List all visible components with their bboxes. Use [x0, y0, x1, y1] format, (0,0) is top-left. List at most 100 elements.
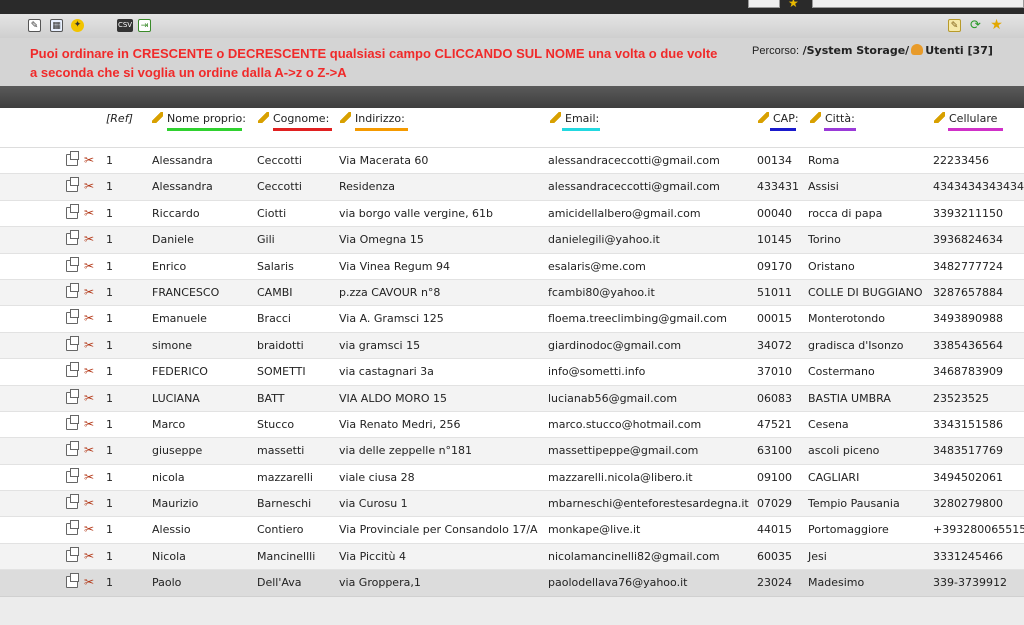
column-cap[interactable]: CAP:	[758, 112, 799, 131]
delete-record-icon[interactable]: ✂	[84, 365, 96, 377]
copy-record-icon[interactable]	[66, 309, 79, 325]
table-row[interactable]: ✂ 1 Emanuele Bracci Via A. Gramsci 125 floema…	[0, 306, 1024, 333]
table-row[interactable]: ✂ 1 Daniele Gili Via Omegna 15 danielegili@ya…	[0, 227, 1024, 254]
delete-record-icon[interactable]: ✂	[84, 180, 96, 192]
cell-cap: 63100	[757, 444, 792, 458]
copy-record-icon[interactable]	[66, 203, 79, 219]
delete-record-icon[interactable]: ✂	[84, 418, 96, 430]
top-bar-menu[interactable]: •••••	[560, 0, 620, 5]
table-row[interactable]: ✂ 1 FRANCESCO CAMBI p.zza CAVOUR n°8 fcambi80…	[0, 279, 1024, 307]
cell-cellulare: 4343434343434	[933, 180, 1024, 194]
table-row[interactable]: ✂ 1 Maurizio Barneschi via Curosu 1 mbarnesch…	[0, 491, 1024, 518]
delete-record-icon[interactable]: ✂	[84, 550, 96, 562]
delete-record-icon[interactable]: ✂	[84, 576, 96, 588]
export-icon[interactable]: ⇥	[138, 19, 151, 32]
delete-record-icon[interactable]: ✂	[84, 339, 96, 351]
add-table-icon[interactable]: ▦	[50, 19, 63, 32]
table-row[interactable]: ✂ 1 LUCIANA BATT VIA ALDO MORO 15 lucianab56@…	[0, 385, 1024, 412]
copy-record-icon[interactable]	[66, 441, 79, 457]
cell-citta: Madesimo	[808, 576, 865, 590]
cell-email: fcambi80@yahoo.it	[548, 285, 655, 299]
cell-citta: Jesi	[808, 549, 827, 563]
star-add-icon[interactable]: ★	[990, 18, 1003, 32]
copy-record-icon[interactable]	[66, 230, 79, 246]
copy-record-icon[interactable]	[66, 573, 79, 589]
cell-indirizzo: via Groppera,1	[339, 576, 421, 590]
copy-record-icon[interactable]	[66, 335, 79, 351]
cell-citta: Costermano	[808, 365, 875, 379]
copy-record-icon[interactable]	[66, 520, 79, 536]
delete-record-icon[interactable]: ✂	[84, 471, 96, 483]
copy-record-icon[interactable]	[66, 494, 79, 510]
table-row[interactable]: ✂ 1 Paolo Dell'Ava via Groppera,1 paolodellav…	[0, 570, 1024, 597]
copy-record-icon[interactable]	[66, 362, 79, 378]
column-indirizzo[interactable]: Indirizzo:	[340, 112, 408, 131]
copy-record-icon[interactable]	[66, 414, 79, 430]
breadcrumb-path[interactable]: /System Storage/	[803, 44, 910, 57]
copy-record-icon[interactable]	[66, 282, 79, 298]
refresh-icon[interactable]: ⟳	[969, 19, 982, 32]
copy-record-icon[interactable]	[66, 467, 79, 483]
copy-record-icon[interactable]	[66, 151, 79, 166]
note-icon[interactable]: ✎	[948, 19, 961, 32]
toolbar: ✎ ▦ ✦ CSV ⇥ ✎ ⟳ ★	[0, 14, 1024, 38]
favorite-star-icon[interactable]: ★	[788, 0, 799, 10]
copy-record-icon[interactable]	[66, 388, 79, 404]
column-nome-label: Nome proprio	[167, 112, 243, 125]
column-cognome[interactable]: Cognome:	[258, 112, 332, 131]
table-row[interactable]: ✂ 1 Enrico Salaris Via Vinea Regum 94 esalari…	[0, 254, 1024, 280]
cell-email: giardinodoc@gmail.com	[548, 338, 682, 352]
column-nome[interactable]: Nome proprio:	[152, 112, 246, 131]
delete-record-icon[interactable]: ✂	[84, 286, 96, 298]
top-search-input[interactable]	[812, 0, 1024, 8]
delete-record-icon[interactable]: ✂	[84, 497, 96, 509]
column-citta-label: Città	[825, 112, 852, 125]
cell-ref: 1	[106, 497, 113, 511]
column-ref[interactable]: [Ref]	[106, 112, 133, 125]
delete-record-icon[interactable]: ✂	[84, 523, 96, 535]
delete-record-icon[interactable]: ✂	[84, 312, 96, 324]
cell-cap: 00015	[757, 312, 792, 326]
delete-record-icon[interactable]: ✂	[84, 233, 96, 245]
column-citta[interactable]: Città:	[810, 112, 856, 131]
cell-nome: giuseppe	[152, 444, 203, 458]
table-row[interactable]: ✂ 1 FEDERICO SOMETTI via castagnari 3a info@s…	[0, 359, 1024, 386]
table-row[interactable]: ✂ 1 Alessandra Ceccotti Residenza alessandrac…	[0, 174, 1024, 201]
delete-record-icon[interactable]: ✂	[84, 207, 96, 219]
delete-record-icon[interactable]: ✂	[84, 260, 96, 272]
copy-record-icon[interactable]	[66, 256, 79, 272]
table-row[interactable]: ✂ 1 nicola mazzarelli viale ciusa 28 mazzarel…	[0, 465, 1024, 492]
csv-icon[interactable]: CSV	[117, 19, 133, 32]
delete-record-icon[interactable]: ✂	[84, 444, 96, 456]
column-indirizzo-label: Indirizzo	[355, 112, 402, 125]
table-row[interactable]: ✂ 1 Alessandra Ceccotti Via Macerata 60 aless…	[0, 148, 1024, 175]
table-row[interactable]: ✂ 1 Nicola Mancinellli Via Piccitù 4 nicolama…	[0, 543, 1024, 571]
cell-indirizzo: Residenza	[339, 180, 395, 194]
table-row[interactable]: ✂ 1 simone braidotti via gramsci 15 giardinod…	[0, 332, 1024, 360]
cell-ref: 1	[106, 338, 113, 352]
delete-record-icon[interactable]: ✂	[84, 154, 96, 166]
cell-email: massettipeppe@gmail.com	[548, 444, 699, 458]
cell-citta: Oristano	[808, 259, 855, 273]
table-row[interactable]: ✂ 1 Marco Stucco Via Renato Medri, 256 marco.…	[0, 412, 1024, 439]
column-cellulare[interactable]: Cellulare	[934, 112, 1003, 131]
table-row[interactable]: ✂ 1 Riccardo Ciotti via borgo valle vergine,…	[0, 201, 1024, 228]
delete-record-icon[interactable]: ✂	[84, 392, 96, 404]
users-table-body: ✂ 1 Alessandra Ceccotti Via Macerata 60 aless…	[0, 148, 1024, 597]
column-email[interactable]: Email:	[550, 112, 600, 131]
table-row[interactable]: ✂ 1 giuseppe massetti via delle zeppelle n°1…	[0, 438, 1024, 465]
cell-cognome: Salaris	[257, 259, 294, 273]
cell-cellulare: 3385436564	[933, 338, 1003, 352]
column-indirizzo-underline	[355, 128, 408, 131]
table-header: [Ref] Nome proprio: Cognome: Indirizzo: …	[0, 108, 1024, 148]
lightbulb-icon[interactable]: ✦	[71, 19, 84, 32]
edit-icon[interactable]: ✎	[28, 19, 41, 32]
copy-record-icon[interactable]	[66, 177, 79, 193]
cell-cognome: massetti	[257, 444, 305, 458]
copy-record-icon[interactable]	[66, 546, 79, 562]
table-row[interactable]: ✂ 1 Alessio Contiero Via Provinciale per Con…	[0, 517, 1024, 544]
breadcrumb-section[interactable]: Utenti [37]	[925, 44, 993, 57]
cell-cap: 51011	[757, 285, 792, 299]
cell-ref: 1	[106, 417, 113, 431]
top-bar-field[interactable]	[748, 0, 780, 8]
